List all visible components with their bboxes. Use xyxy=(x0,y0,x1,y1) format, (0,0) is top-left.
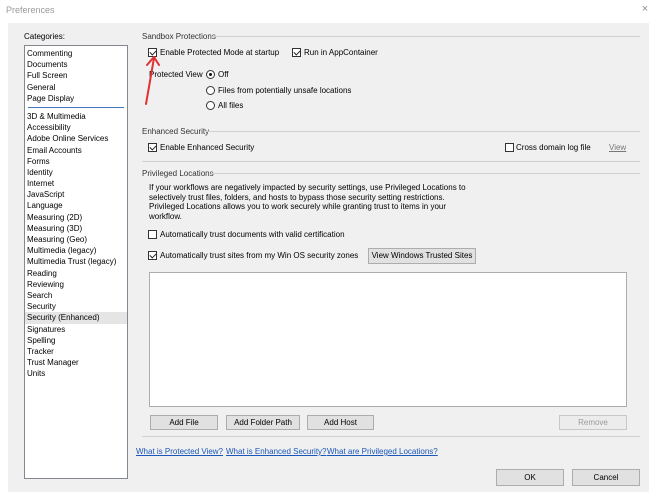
trust-sites-checkbox[interactable] xyxy=(148,251,157,260)
categories-list[interactable]: Commenting Documents Full Screen General Pag… xyxy=(24,45,128,479)
privileged-group-rule xyxy=(211,173,640,174)
protected-view-unsafe-radio[interactable] xyxy=(206,86,215,95)
cancel-button[interactable]: Cancel xyxy=(572,469,640,486)
cross-domain-view-link[interactable]: View xyxy=(609,143,626,152)
category-item-commenting[interactable]: Commenting xyxy=(25,48,127,59)
add-file-button[interactable]: Add File xyxy=(150,415,218,430)
enhanced-group-title: Enhanced Security xyxy=(142,127,210,136)
protected-view-off-radio[interactable] xyxy=(206,70,215,79)
category-item-tracker[interactable]: Tracker xyxy=(25,346,127,357)
categories-label: Categories: xyxy=(24,32,65,41)
privileged-description-line: If your workflows are negatively impacte… xyxy=(149,183,466,192)
category-item-full-screen[interactable]: Full Screen xyxy=(25,70,127,81)
what-is-protected-view-link[interactable]: What is Protected View? xyxy=(136,447,223,456)
enhanced-security-checkbox[interactable] xyxy=(148,143,157,152)
sandbox-group-rule xyxy=(212,36,640,37)
category-item-multimedia-legacy[interactable]: Multimedia (legacy) xyxy=(25,245,127,256)
sandbox-group-title: Sandbox Protections xyxy=(142,32,216,41)
enhanced-group-rule xyxy=(205,131,640,132)
category-item-trust-manager[interactable]: Trust Manager xyxy=(25,357,127,368)
privileged-description-line: selectively trust files, folders, and ho… xyxy=(149,192,445,202)
ok-button[interactable]: OK xyxy=(496,469,564,486)
trust-certified-checkbox[interactable] xyxy=(148,230,157,239)
window-title: Preferences xyxy=(6,5,55,15)
category-item-reading[interactable]: Reading xyxy=(25,268,127,279)
protected-view-all-label[interactable]: All files xyxy=(218,101,243,110)
category-item-adobe-online-services[interactable]: Adobe Online Services xyxy=(25,133,127,144)
privileged-group-title: Privileged Locations xyxy=(142,169,214,178)
close-icon[interactable]: × xyxy=(639,3,651,15)
cross-domain-checkbox[interactable] xyxy=(505,143,514,152)
privileged-description: If your workflows are negatively impacte… xyxy=(149,183,619,221)
category-item-general[interactable]: General xyxy=(25,82,127,93)
view-trusted-sites-button[interactable]: View Windows Trusted Sites xyxy=(368,248,476,264)
protected-view-off-label[interactable]: Off xyxy=(218,70,229,79)
category-item-forms[interactable]: Forms xyxy=(25,156,127,167)
privileged-group-bottom-rule xyxy=(142,436,640,437)
category-item-language[interactable]: Language xyxy=(25,200,127,211)
appcontainer-checkbox[interactable] xyxy=(292,48,301,57)
annotation-arrow-icon xyxy=(145,56,160,105)
privileged-description-line: Privileged Locations allows you to work … xyxy=(149,202,447,212)
category-item-multimedia-trust-legacy[interactable]: Multimedia Trust (legacy) xyxy=(25,256,127,267)
category-item-page-display[interactable]: Page Display xyxy=(25,93,127,104)
add-host-button[interactable]: Add Host xyxy=(307,415,374,430)
category-item-security-enhanced[interactable]: Security (Enhanced) xyxy=(25,312,127,324)
category-item-documents[interactable]: Documents xyxy=(25,59,127,70)
appcontainer-label[interactable]: Run in AppContainer xyxy=(304,48,378,57)
category-item-security[interactable]: Security xyxy=(25,301,127,312)
cross-domain-label[interactable]: Cross domain log file xyxy=(516,143,591,152)
protected-mode-label[interactable]: Enable Protected Mode at startup xyxy=(160,48,279,57)
category-item-search[interactable]: Search xyxy=(25,290,127,301)
privileged-locations-list[interactable] xyxy=(149,272,627,407)
category-item-javascript[interactable]: JavaScript xyxy=(25,189,127,200)
remove-button[interactable]: Remove xyxy=(559,415,627,430)
category-item-accessibility[interactable]: Accessibility xyxy=(25,122,127,133)
enhanced-group-bottom-rule xyxy=(142,161,640,162)
category-item-measuring-3d[interactable]: Measuring (3D) xyxy=(25,223,127,234)
category-item-email-accounts[interactable]: Email Accounts xyxy=(25,145,127,156)
category-item-reviewing[interactable]: Reviewing xyxy=(25,279,127,290)
category-item-units[interactable]: Units xyxy=(25,368,127,379)
category-item-3d-multimedia[interactable]: 3D & Multimedia xyxy=(25,111,127,122)
protected-view-unsafe-label[interactable]: Files from potentially unsafe locations xyxy=(218,86,351,95)
trust-certified-label[interactable]: Automatically trust documents with valid… xyxy=(160,230,345,239)
category-item-identity[interactable]: Identity xyxy=(25,167,127,178)
trust-sites-label[interactable]: Automatically trust sites from my Win OS… xyxy=(160,251,358,260)
what-is-enhanced-security-link[interactable]: What is Enhanced Security? xyxy=(226,447,327,456)
protected-view-all-radio[interactable] xyxy=(206,101,215,110)
category-item-internet[interactable]: Internet xyxy=(25,178,127,189)
add-folder-path-button[interactable]: Add Folder Path xyxy=(226,415,300,430)
category-item-signatures[interactable]: Signatures xyxy=(25,324,127,335)
privileged-description-line: workflow. xyxy=(149,211,182,221)
enhanced-security-label[interactable]: Enable Enhanced Security xyxy=(160,143,254,152)
category-item-measuring-2d[interactable]: Measuring (2D) xyxy=(25,212,127,223)
what-are-privileged-locations-link[interactable]: What are Privileged Locations? xyxy=(327,447,438,456)
category-item-spelling[interactable]: Spelling xyxy=(25,335,127,346)
category-item-measuring-geo[interactable]: Measuring (Geo) xyxy=(25,234,127,245)
categories-separator xyxy=(28,106,124,108)
